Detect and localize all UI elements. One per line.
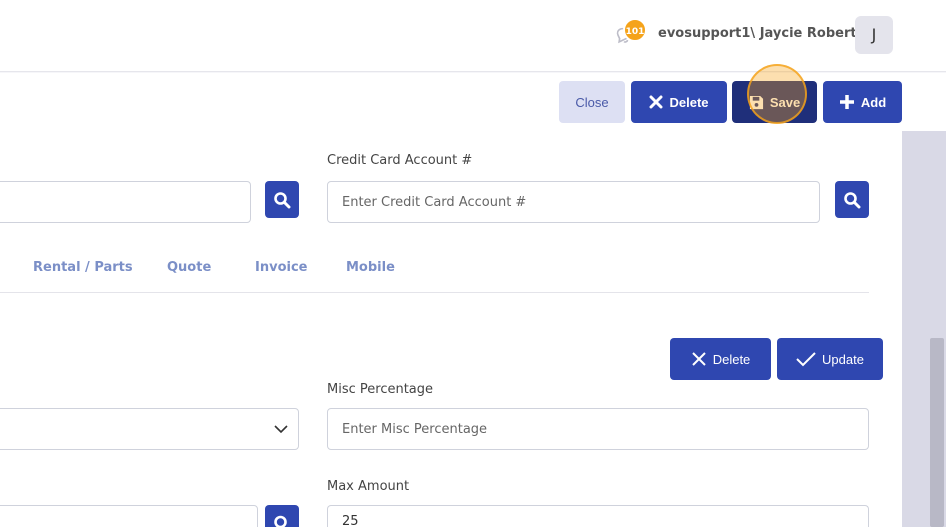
close-x-icon <box>649 95 663 109</box>
plus-icon <box>839 95 854 109</box>
left-search-input[interactable] <box>0 181 251 223</box>
save-button[interactable]: Save <box>732 81 817 123</box>
tab-mobile[interactable]: Mobile <box>346 260 395 275</box>
save-label: Save <box>769 94 801 110</box>
tab-divider <box>0 292 869 293</box>
misc-percentage-input[interactable] <box>327 408 869 450</box>
user-name[interactable]: evosupport1\ Jaycie Roberts <box>658 26 864 41</box>
left-lower-search-button[interactable] <box>265 505 299 527</box>
add-button[interactable]: Add <box>823 81 902 123</box>
tab-rental-parts[interactable]: Rental / Parts <box>33 260 133 275</box>
close-button[interactable]: Close <box>559 81 625 123</box>
chevron-down-icon <box>274 425 288 434</box>
left-search-button[interactable] <box>265 181 299 218</box>
floppy-disk-icon <box>749 95 763 109</box>
left-select[interactable] <box>0 408 299 450</box>
left-lower-input[interactable] <box>0 505 258 527</box>
scrollbar-thumb[interactable] <box>930 338 944 527</box>
tab-invoice[interactable]: Invoice <box>255 260 307 275</box>
search-icon <box>274 191 291 208</box>
delete-label: Delete <box>669 94 709 110</box>
credit-card-search-button[interactable] <box>835 181 869 218</box>
max-amount-label: Max Amount <box>327 479 410 494</box>
section-delete-button[interactable]: Delete <box>670 338 771 380</box>
avatar[interactable]: J <box>855 16 893 54</box>
close-label: Close <box>575 94 609 110</box>
search-icon <box>274 515 287 527</box>
max-amount-input[interactable] <box>327 505 869 527</box>
section-delete-label: Delete <box>712 351 751 367</box>
search-icon <box>844 191 861 208</box>
tab-quote[interactable]: Quote <box>167 260 211 275</box>
notification-badge[interactable]: 101 <box>623 18 647 42</box>
add-label: Add <box>860 94 887 110</box>
credit-card-label: Credit Card Account # <box>327 153 473 168</box>
update-button[interactable]: Update <box>777 338 883 380</box>
delete-button[interactable]: Delete <box>631 81 727 123</box>
misc-percentage-label: Misc Percentage <box>327 382 434 397</box>
checkmark-icon <box>796 352 816 367</box>
update-label: Update <box>822 351 864 367</box>
close-x-icon <box>691 352 706 366</box>
credit-card-input[interactable] <box>327 181 820 223</box>
